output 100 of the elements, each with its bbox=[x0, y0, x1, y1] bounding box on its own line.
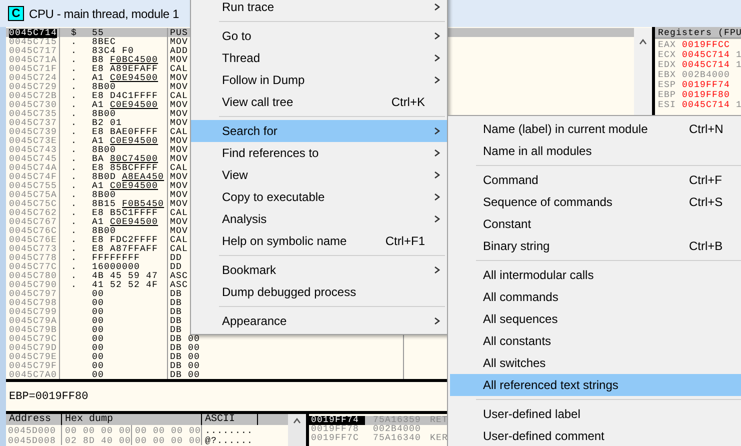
hex-cell: E8 A87FFAFF bbox=[92, 244, 158, 254]
menu-item[interactable]: Find references to bbox=[191, 142, 447, 164]
address-cell: 0045C79F bbox=[9, 362, 58, 371]
mnemonic-cell: MOV bbox=[170, 73, 188, 83]
address-cell: 0045C799 bbox=[9, 308, 58, 317]
register-value: 0019FF80 bbox=[682, 91, 730, 101]
hex-cell: 83C4 F0 bbox=[92, 46, 134, 56]
hex-cell: E8 85BCFFFF bbox=[92, 163, 158, 173]
address-cell: 0045C76E bbox=[9, 236, 58, 245]
register-name: ECX bbox=[658, 51, 676, 61]
hex-cell: 4B 45 59 47 bbox=[92, 271, 158, 281]
address-cell: 0045C72B bbox=[9, 92, 58, 101]
menu-item[interactable]: All sequences bbox=[450, 308, 741, 330]
menu-item[interactable]: Bookmark bbox=[191, 259, 447, 281]
address-cell: 0045C74F bbox=[9, 173, 58, 182]
marker-cell: . bbox=[71, 199, 78, 209]
mnemonic-cell: CAL bbox=[170, 127, 188, 137]
menu-item[interactable]: Follow in Dump bbox=[191, 69, 447, 91]
mnemonic-cell: MOV bbox=[170, 136, 188, 146]
marker-cell: . bbox=[71, 55, 78, 65]
marker-cell: . bbox=[71, 73, 78, 83]
menu-item[interactable]: Command Ctrl+F bbox=[450, 169, 741, 191]
menu-item[interactable]: Run trace bbox=[191, 0, 447, 18]
menu-item[interactable]: Appearance bbox=[191, 310, 447, 332]
mnemonic-cell: MOV bbox=[170, 226, 188, 236]
register-name: EBP bbox=[658, 91, 676, 101]
menu-item[interactable]: All commands bbox=[450, 286, 741, 308]
mnemonic-cell: DB 00 bbox=[170, 352, 200, 362]
address-cell: 0045C729 bbox=[9, 83, 58, 92]
menu-item[interactable]: View call tree Ctrl+K bbox=[191, 91, 447, 113]
address-cell: 0045D008 bbox=[8, 436, 56, 446]
marker-cell: . bbox=[71, 181, 78, 191]
menu-item[interactable]: Sequence of commands Ctrl+S bbox=[450, 191, 741, 213]
column-header[interactable]: Hex dump bbox=[62, 414, 202, 425]
marker-cell: . bbox=[71, 262, 78, 272]
address-cell: 0045C780 bbox=[9, 272, 58, 281]
ascii-cell: ........ bbox=[205, 426, 254, 436]
hex-cell: 8B15 F0B5450 bbox=[92, 199, 164, 209]
menu-item[interactable]: Name in all modules bbox=[450, 140, 741, 162]
hex-cell: 02 8D 40 00 bbox=[65, 436, 132, 446]
address-cell: 0045C778 bbox=[9, 254, 58, 263]
hex-cell: 8BEC bbox=[92, 37, 116, 47]
address-cell: 0045C743 bbox=[9, 146, 58, 155]
register-name: ESI bbox=[658, 101, 676, 111]
hex-cell: 00 bbox=[92, 370, 104, 379]
address-cell: 0045C75C bbox=[9, 200, 58, 209]
hex-cell: 00 00 00 00 bbox=[65, 426, 132, 436]
address-cell: 0045C717 bbox=[9, 47, 58, 56]
menu-item[interactable]: Search for bbox=[191, 120, 447, 142]
menu-item[interactable]: Go to bbox=[191, 25, 447, 47]
mnemonic-cell: CAL bbox=[170, 235, 188, 245]
address-cell: 0045C737 bbox=[9, 119, 58, 128]
address-cell: 0045C730 bbox=[9, 101, 58, 110]
address-cell: 0045C755 bbox=[9, 182, 58, 191]
registers-header: Registers (FPU bbox=[655, 27, 741, 39]
register-value: 0045C714 bbox=[682, 61, 730, 71]
address-cell: 0045C75A bbox=[9, 191, 58, 200]
mnemonic-cell: DB 00 bbox=[170, 361, 200, 371]
menu-item[interactable]: User-defined comment bbox=[450, 425, 741, 446]
column-header[interactable]: Address bbox=[6, 414, 62, 425]
address-cell: 0045D000 bbox=[8, 426, 56, 436]
address-cell: 0045C797 bbox=[9, 290, 58, 299]
menu-item[interactable]: All switches bbox=[450, 352, 741, 374]
marker-cell: . bbox=[71, 46, 78, 56]
menu-item[interactable]: All intermodular calls bbox=[450, 264, 741, 286]
stack-value: 75A16340 bbox=[372, 434, 422, 443]
mnemonic-cell: MOV bbox=[170, 118, 188, 128]
menu-item[interactable]: Name (label) in current module Ctrl+N bbox=[450, 118, 741, 140]
mnemonic-cell: MOV bbox=[170, 37, 188, 47]
mnemonic-cell: DB bbox=[170, 289, 182, 299]
address-cell: 0045C773 bbox=[9, 245, 58, 254]
menu-item[interactable]: Binary string Ctrl+B bbox=[450, 235, 741, 257]
menu-item[interactable]: Constant bbox=[450, 213, 741, 235]
menu-item[interactable]: Help on symbolic name Ctrl+F1 bbox=[191, 230, 447, 252]
address-cell: 0045C790 bbox=[9, 281, 58, 290]
menu-item[interactable]: All constants bbox=[450, 330, 741, 352]
address-cell: 0045C79C bbox=[9, 335, 58, 344]
menu-item[interactable]: Dump debugged process bbox=[191, 281, 447, 303]
mnemonic-cell: DB 00 bbox=[170, 334, 200, 344]
column-header[interactable]: ASCII bbox=[202, 414, 258, 425]
menu-item[interactable]: Thread bbox=[191, 47, 447, 69]
menu-item[interactable]: User-defined label bbox=[450, 403, 741, 425]
marker-cell: . bbox=[71, 190, 78, 200]
menu-item[interactable]: Copy to executable bbox=[191, 186, 447, 208]
hex-cell: 00 bbox=[92, 289, 104, 299]
hex-cell: B2 01 bbox=[92, 118, 122, 128]
mnemonic-cell: DB 00 bbox=[170, 343, 200, 353]
menu-item[interactable]: All referenced text strings bbox=[450, 374, 741, 396]
window-icon: C bbox=[8, 6, 24, 21]
hex-cell: 00 bbox=[92, 352, 104, 362]
marker-cell: . bbox=[71, 280, 78, 290]
hex-cell: E8 FDC2FFFF bbox=[92, 235, 158, 245]
marker-cell: . bbox=[71, 145, 78, 155]
mnemonic-cell: CAL bbox=[170, 163, 188, 173]
mnemonic-cell: MOV bbox=[170, 100, 188, 110]
menu-item[interactable]: Analysis bbox=[191, 208, 447, 230]
hex-cell: 00 bbox=[92, 298, 104, 308]
address-cell: 0045C71A bbox=[9, 56, 58, 65]
scroll-up-icon bbox=[639, 38, 647, 46]
menu-item[interactable]: View bbox=[191, 164, 447, 186]
